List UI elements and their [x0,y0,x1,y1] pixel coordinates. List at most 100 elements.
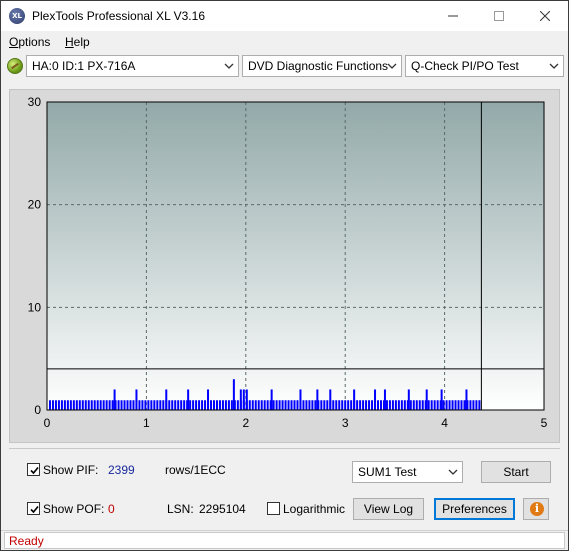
sum-test-select[interactable]: SUM1 Test [352,461,463,483]
data-bar [174,400,177,410]
data-bar [192,400,195,410]
data-bar [117,400,120,410]
data-bar [54,400,57,410]
drive-select[interactable]: HA:0 ID:1 PX-716A [26,55,239,77]
data-spike [232,379,235,410]
data-spike [113,389,116,410]
data-bar [445,400,448,410]
data-bar [120,400,123,410]
data-bar [365,400,368,410]
divider [9,448,560,449]
show-pof-checkbox[interactable] [27,502,40,515]
show-pif-label: Show PIF: [43,463,99,477]
data-bar [183,400,186,410]
data-bar [227,400,230,410]
data-bar [394,400,397,410]
data-bar [409,400,412,410]
data-bar [78,400,81,410]
data-bar [69,400,72,410]
test-select[interactable]: Q-Check PI/PO Test [405,55,564,77]
drive-status-icon [7,58,23,74]
data-bar [341,400,344,410]
data-bar [412,400,415,410]
data-bar [469,400,472,410]
x-tick-label: 3 [342,416,349,430]
show-pif-checkbox[interactable] [27,463,40,476]
close-button[interactable] [522,1,568,31]
data-bar [99,400,102,410]
data-bar [153,400,156,410]
data-bar [123,400,126,410]
data-bar [451,400,454,410]
data-bar [448,400,451,410]
data-bar [248,400,251,410]
data-bar [338,400,341,410]
data-bar [478,400,481,410]
data-spike [207,389,210,410]
drive-select-value: HA:0 ID:1 PX-716A [32,59,136,73]
window-title: PlexTools Professional XL V3.16 [32,9,205,23]
data-bar [415,400,418,410]
data-bar [472,400,475,410]
pif-unit: rows/1ECC [165,463,226,477]
status-text: Ready [9,534,44,548]
data-bar [290,400,293,410]
data-bar [463,400,466,410]
data-bar [201,400,204,410]
start-button[interactable]: Start [481,461,551,483]
menu-options[interactable]: Options [9,35,50,49]
data-bar [323,400,326,410]
data-spike [135,389,138,410]
data-bar [305,400,308,410]
data-bar [138,400,141,410]
data-bar [132,400,135,410]
info-button[interactable]: i [523,498,549,520]
minimize-icon [448,15,458,17]
pof-value: 0 [108,502,115,516]
chevron-down-icon [549,63,559,69]
data-spike [465,389,468,410]
function-select[interactable]: DVD Diagnostic Functions [242,55,402,77]
data-bar [105,400,108,410]
data-spike [187,389,190,410]
data-bar [129,400,132,410]
data-spike [353,389,356,410]
data-bar [221,400,224,410]
data-bar [457,400,460,410]
preferences-button[interactable]: Preferences [434,498,515,520]
logarithmic-checkbox[interactable] [267,502,280,515]
data-bar [388,400,391,410]
data-bar [433,400,436,410]
maximize-button[interactable] [476,1,522,31]
info-icon: i [530,502,544,516]
data-bar [308,400,311,410]
data-bar [198,400,201,410]
data-bar [454,400,457,410]
y-tick-label: 20 [28,198,42,212]
data-bar [48,400,51,410]
title-bar[interactable]: XL PlexTools Professional XL V3.16 [1,1,568,31]
data-bar [260,400,263,410]
view-log-button[interactable]: View Log [353,498,424,520]
x-tick-label: 5 [541,416,548,430]
data-bar [218,400,221,410]
data-bar [257,400,260,410]
plot-area [47,102,544,410]
data-bar [356,400,359,410]
menu-options-rest: ptions [18,35,51,49]
data-bar [141,400,144,410]
show-pof-label: Show POF: [43,502,105,516]
minimize-button[interactable] [430,1,476,31]
menu-help-rest: elp [73,35,90,49]
data-bar [230,400,233,410]
menu-help[interactable]: Help [65,35,90,49]
data-bar [156,400,159,410]
toolbar: HA:0 ID:1 PX-716A DVD Diagnostic Functio… [1,54,568,80]
data-bar [72,400,75,410]
menu-bar: Options Help [1,32,568,52]
data-bar [344,400,347,410]
data-spike [165,389,168,410]
data-bar [189,400,192,410]
data-bar [296,400,299,410]
lsn-value: 2295104 [199,502,246,516]
